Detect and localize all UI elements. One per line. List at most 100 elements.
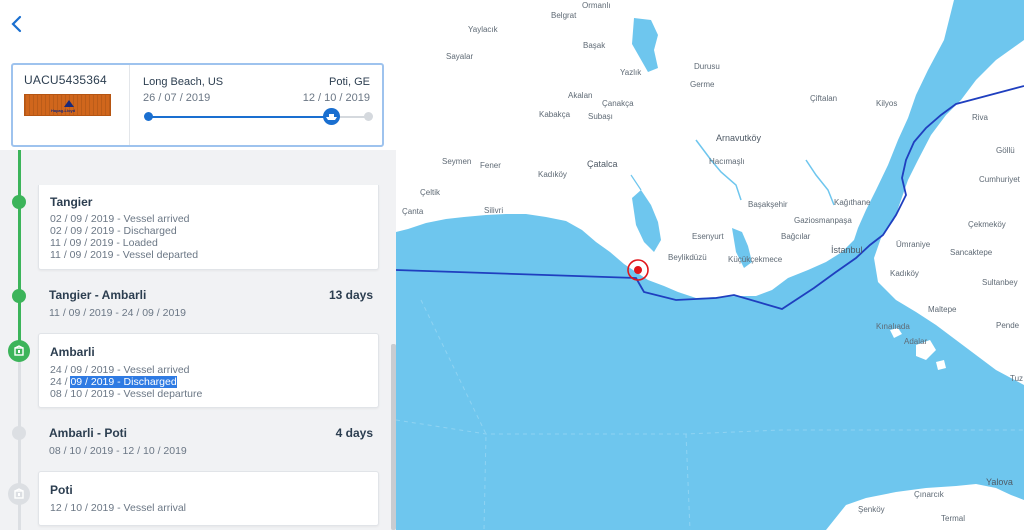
container-image: Hapag-Lloyd	[24, 94, 111, 116]
map-label: Küçükçekmece	[728, 255, 783, 264]
stop-title: Ambarli	[50, 345, 95, 359]
map-label: Kilyos	[876, 99, 898, 108]
progress-end-dot	[364, 112, 373, 121]
container-summary-card[interactable]: UACU5435364 Hapag-Lloyd Long Beach, US P…	[11, 63, 384, 147]
map-label: Yaylacık	[468, 25, 498, 34]
leg-title: Tangier - Ambarli	[49, 288, 147, 302]
port-icon	[14, 488, 24, 499]
map-label: Subaşı	[588, 112, 613, 121]
leg-dates: 11 / 09 / 2019 - 24 / 09 / 2019	[49, 307, 186, 319]
map-label: Silivri	[484, 206, 504, 215]
map-label: Durusu	[694, 62, 720, 71]
map-label: Germe	[690, 80, 715, 89]
maritime-boundary	[685, 433, 691, 530]
map-label: Riva	[972, 113, 989, 122]
stop-event: 24 / 09 / 2019 - Vessel arrived	[50, 364, 190, 376]
stop-event-prefix: 24 /	[50, 376, 71, 388]
map-label: Akalan	[568, 91, 593, 100]
map-label: Kınalıada	[876, 322, 910, 331]
stop-event: 08 / 10 / 2019 - Vessel departure	[50, 388, 203, 400]
leg-days: 13 days	[328, 288, 373, 302]
map-label: Çiftalan	[810, 94, 838, 103]
map-label: Maltepe	[928, 305, 957, 314]
map-label: Belgrat	[551, 11, 577, 20]
departure-date: 26 / 07 / 2019	[143, 92, 211, 104]
leg-ambarli-poti: Ambarli - Poti 4 days 08 / 10 / 2019 - 1…	[49, 426, 379, 460]
map-label: Termal	[941, 514, 966, 523]
map-label: Ümraniye	[896, 240, 931, 249]
voyage-progress-fill	[148, 116, 332, 118]
tracking-panel: UACU5435364 Hapag-Lloyd Long Beach, US P…	[0, 0, 397, 530]
map-label: Çekmeköy	[968, 220, 1006, 229]
map-label: Adalar	[904, 337, 928, 346]
destination-port: Poti, GE	[329, 76, 370, 88]
map-label: Fener	[480, 161, 501, 170]
map-label: Kadıköy	[538, 170, 567, 179]
stop-event: 24 / 09 / 2019 - Discharged	[50, 376, 177, 388]
timeline-badge-poti	[8, 483, 30, 505]
map-label: Beylikdüzü	[668, 253, 707, 262]
map-view[interactable]: Ormanlı Belgrat Yaylacık Başak Sayalar D…	[396, 0, 1024, 530]
timeline-dot-leg1	[12, 289, 26, 303]
map-label: Cumhuriyet	[979, 175, 1020, 184]
map-label: Başak	[583, 41, 606, 50]
container-id: UACU5435364	[24, 73, 107, 87]
leg-tangier-ambarli: Tangier - Ambarli 13 days 11 / 09 / 2019…	[49, 288, 379, 322]
progress-start-dot	[144, 112, 153, 121]
timeline-badge-ambarli	[8, 340, 30, 362]
map-label: Esenyurt	[692, 232, 724, 241]
stop-title: Poti	[50, 483, 73, 497]
stop-card-tangier[interactable]: Tangier 02 / 09 / 2019 - Vessel arrived …	[38, 185, 379, 270]
map-label: Şenköy	[858, 505, 885, 514]
timeline-dot-leg2	[12, 426, 26, 440]
maritime-boundary	[420, 299, 487, 530]
map-label: İstanbul	[831, 245, 863, 255]
maritime-boundary	[396, 419, 1024, 435]
current-location-marker[interactable]	[634, 266, 642, 274]
panel-header: UACU5435364 Hapag-Lloyd Long Beach, US P…	[0, 0, 396, 150]
map-label: Çeltik	[420, 188, 441, 197]
map-label: Çanakça	[602, 99, 634, 108]
map-label: Arnavutköy	[716, 133, 762, 143]
stop-event: 11 / 09 / 2019 - Loaded	[50, 237, 158, 249]
map-label: Sultanbey	[982, 278, 1018, 287]
island	[936, 360, 946, 370]
map-label: Kağıthane	[834, 198, 871, 207]
leg-days: 4 days	[335, 426, 373, 440]
map-label: Gaziosmanpaşa	[794, 216, 852, 225]
hapag-lloyd-logo-icon	[64, 100, 74, 107]
map-label: Yalova	[986, 477, 1013, 487]
map-label: Kadıköy	[890, 269, 919, 278]
stop-card-poti[interactable]: Poti 12 / 10 / 2019 - Vessel arrival	[38, 471, 379, 526]
chevron-left-icon	[11, 15, 22, 33]
map-label: Çatalca	[587, 159, 618, 169]
timeline-line-done	[18, 150, 21, 350]
stop-title: Tangier	[50, 195, 93, 209]
ship-icon	[323, 108, 341, 125]
map-label: Sayalar	[446, 52, 474, 61]
stop-event: 11 / 09 / 2019 - Vessel departed	[50, 249, 199, 261]
leg-dates: 08 / 10 / 2019 - 12 / 10 / 2019	[49, 445, 187, 457]
map-label: Ormanlı	[582, 1, 611, 10]
map-label: Tuz	[1010, 374, 1024, 383]
selected-text: 09 / 2019 - Discharged	[70, 376, 177, 388]
back-button[interactable]	[10, 13, 30, 35]
map-label: Kabakça	[539, 110, 571, 119]
map-label: Çınarcık	[914, 490, 944, 499]
stop-card-ambarli[interactable]: Ambarli 24 / 09 / 2019 - Vessel arrived …	[38, 333, 379, 408]
stop-event: 12 / 10 / 2019 - Vessel arrival	[50, 502, 186, 514]
map-label: Hacımaşlı	[709, 157, 745, 166]
map-label: Pende	[996, 321, 1020, 330]
map-label: Başakşehir	[748, 200, 788, 209]
map-label: Çanta	[402, 207, 424, 216]
map-label: Sancaktepe	[950, 248, 993, 257]
map-label: Seymen	[442, 157, 472, 166]
map-label: Bağcılar	[781, 232, 811, 241]
map-label: Yazlık	[620, 68, 642, 77]
stop-event: 02 / 09 / 2019 - Discharged	[50, 225, 177, 237]
stop-event: 02 / 09 / 2019 - Vessel arrived	[50, 213, 190, 225]
origin-port: Long Beach, US	[143, 76, 224, 88]
timeline-dot-tangier	[12, 195, 26, 209]
port-icon	[14, 345, 24, 356]
container-logo-text: Hapag-Lloyd	[51, 108, 76, 113]
